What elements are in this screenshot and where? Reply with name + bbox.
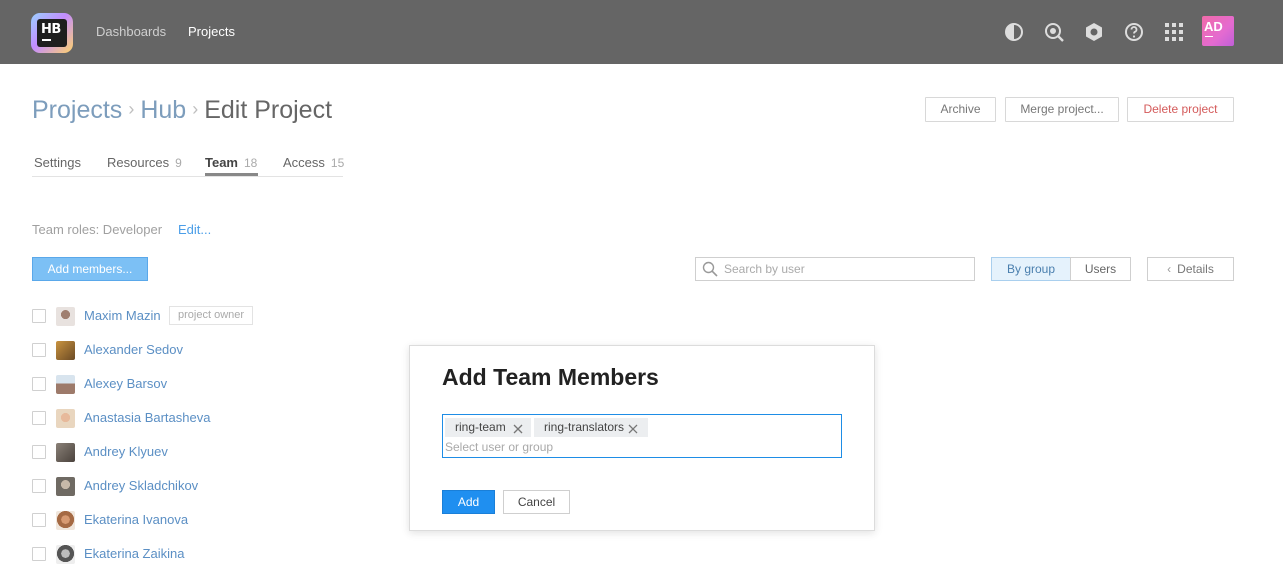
- member-avatar: [56, 341, 75, 360]
- nav-dashboards[interactable]: Dashboards: [96, 24, 166, 39]
- member-checkbox[interactable]: [32, 547, 46, 561]
- tab-access[interactable]: Access 15: [283, 155, 344, 170]
- help-icon[interactable]: [1124, 22, 1144, 42]
- member-name[interactable]: Ekaterina Ivanova: [84, 512, 188, 527]
- add-members-button[interactable]: Add members...: [32, 257, 148, 281]
- contrast-icon[interactable]: [1004, 22, 1024, 42]
- selected-tag: ring-translators: [534, 418, 648, 437]
- member-row[interactable]: Maxim Mazin project owner: [32, 306, 332, 326]
- user-avatar[interactable]: AD: [1202, 16, 1234, 46]
- breadcrumb-projects[interactable]: Projects: [32, 96, 122, 124]
- member-checkbox[interactable]: [32, 377, 46, 391]
- member-checkbox[interactable]: [32, 445, 46, 459]
- search-input[interactable]: [724, 258, 972, 280]
- tab-team[interactable]: Team 18: [205, 155, 257, 170]
- team-roles-text: Team roles: Developer: [32, 222, 163, 237]
- logo-text: HB: [41, 22, 61, 37]
- member-avatar: [56, 443, 75, 462]
- remove-tag-icon[interactable]: [513, 421, 523, 434]
- active-tab-indicator: [205, 173, 258, 176]
- project-owner-badge: project owner: [169, 306, 254, 325]
- member-row[interactable]: Andrey Skladchikov: [32, 476, 332, 496]
- apps-grid-icon[interactable]: [1164, 22, 1184, 42]
- merge-project-button[interactable]: Merge project...: [1005, 97, 1119, 122]
- member-checkbox[interactable]: [32, 513, 46, 527]
- archive-button[interactable]: Archive: [925, 97, 996, 122]
- member-row[interactable]: Andrey Klyuev: [32, 442, 332, 462]
- member-row[interactable]: Alexey Barsov: [32, 374, 332, 394]
- member-row[interactable]: Ekaterina Ivanova: [32, 510, 332, 530]
- member-checkbox[interactable]: [32, 479, 46, 493]
- member-checkbox[interactable]: [32, 309, 46, 323]
- delete-project-button[interactable]: Delete project: [1127, 97, 1234, 122]
- member-row[interactable]: Anastasia Bartasheva: [32, 408, 332, 428]
- member-name[interactable]: Alexander Sedov: [84, 342, 183, 357]
- member-avatar: [56, 375, 75, 394]
- view-users-toggle[interactable]: Users: [1070, 257, 1131, 281]
- view-by-group-toggle[interactable]: By group: [991, 257, 1071, 281]
- member-name[interactable]: Andrey Klyuev: [84, 444, 168, 459]
- tab-resources[interactable]: Resources 9: [107, 155, 182, 170]
- member-select-box[interactable]: ring-team ring-translators: [442, 414, 842, 458]
- select-user-input[interactable]: [445, 438, 835, 456]
- tab-count: 9: [175, 156, 182, 170]
- add-button[interactable]: Add: [442, 490, 495, 514]
- chevron-left-icon: ‹: [1167, 262, 1172, 276]
- member-checkbox[interactable]: [32, 411, 46, 425]
- member-name[interactable]: Maxim Mazin: [84, 308, 161, 323]
- breadcrumb-separator: ›: [128, 99, 135, 119]
- breadcrumb: Projects › Hub › Edit Project: [32, 96, 332, 125]
- tab-settings[interactable]: Settings: [34, 155, 81, 170]
- nav-projects[interactable]: Projects: [188, 24, 235, 39]
- hub-logo[interactable]: HB: [31, 13, 73, 53]
- breadcrumb-separator: ›: [192, 99, 199, 119]
- tag-label: ring-team: [455, 420, 506, 434]
- top-header: HB Dashboards Projects AD: [0, 0, 1283, 64]
- user-search-box[interactable]: [695, 257, 975, 281]
- breadcrumb-hub[interactable]: Hub: [140, 96, 186, 124]
- selected-tag: ring-team: [445, 418, 531, 437]
- dialog-title: Add Team Members: [442, 364, 659, 390]
- member-avatar: [56, 545, 75, 564]
- member-name[interactable]: Ekaterina Zaikina: [84, 546, 184, 561]
- member-row[interactable]: Alexander Sedov: [32, 340, 332, 360]
- member-avatar: [56, 477, 75, 496]
- edit-roles-link[interactable]: Edit...: [178, 222, 211, 237]
- cancel-button[interactable]: Cancel: [503, 490, 570, 514]
- member-name[interactable]: Anastasia Bartasheva: [84, 410, 210, 425]
- member-name[interactable]: Andrey Skladchikov: [84, 478, 198, 493]
- page-title: Edit Project: [204, 96, 333, 124]
- remove-tag-icon[interactable]: [628, 421, 638, 434]
- details-button[interactable]: ‹ Details: [1147, 257, 1234, 281]
- tab-count: 18: [244, 156, 258, 170]
- search-history-icon[interactable]: [1044, 22, 1064, 42]
- add-team-members-dialog: Add Team Members ring-team ring-translat…: [409, 345, 875, 531]
- member-checkbox[interactable]: [32, 343, 46, 357]
- member-row[interactable]: Ekaterina Zaikina: [32, 544, 332, 564]
- tag-label: ring-translators: [544, 420, 625, 434]
- search-icon: [702, 261, 718, 277]
- settings-icon[interactable]: [1084, 22, 1104, 42]
- member-avatar: [56, 307, 75, 326]
- member-avatar: [56, 511, 75, 530]
- tabs-divider: [32, 176, 343, 177]
- member-name[interactable]: Alexey Barsov: [84, 376, 167, 391]
- member-avatar: [56, 409, 75, 428]
- tab-count: 15: [330, 156, 345, 170]
